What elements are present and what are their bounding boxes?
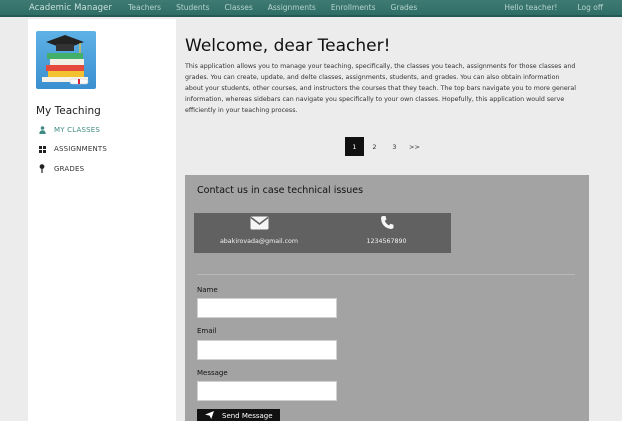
sidebar-item-label: ASSIGNMENTS [54, 145, 108, 153]
contact-email-text: abakirovada@gmail.com [219, 238, 299, 245]
contact-title: Contact us in case technical issues [197, 185, 364, 196]
page-2-button[interactable]: 2 [365, 137, 384, 156]
logout-link[interactable]: Log off [577, 3, 603, 12]
teacher-logo-image [36, 31, 96, 89]
sidebar-item-label: MY CLASSES [54, 126, 101, 134]
pagination: 1 2 3 >> [345, 137, 425, 156]
page-1-button[interactable]: 1 [345, 137, 364, 156]
user-icon [37, 126, 47, 134]
nav-classes[interactable]: Classes [225, 3, 253, 12]
sidebar-item-grades[interactable]: GRADES [37, 164, 84, 173]
send-message-button[interactable]: Send Message [197, 409, 280, 421]
sidebar-item-label: GRADES [54, 164, 85, 173]
intro-paragraph: This application allows you to manage yo… [185, 63, 576, 114]
email-input[interactable] [197, 340, 337, 360]
name-label: Name [197, 286, 218, 294]
nav-students[interactable]: Students [176, 3, 209, 12]
nav-enrollments[interactable]: Enrollments [331, 3, 376, 12]
contact-phone: 1234567890 [344, 215, 429, 245]
nav-teachers[interactable]: Teachers [128, 3, 161, 12]
contact-info-box: abakirovada@gmail.com 1234567890 [194, 213, 451, 253]
pin-icon [37, 164, 47, 173]
phone-icon [344, 215, 429, 234]
nav-assignments[interactable]: Assignments [268, 3, 316, 12]
top-navbar: Academic Manager Teachers Students Class… [0, 0, 622, 17]
page-3-button[interactable]: 3 [385, 137, 404, 156]
contact-panel: Contact us in case technical issues abak… [185, 175, 589, 421]
contact-email: abakirovada@gmail.com [214, 215, 304, 245]
nav-right-group: Hello teacher! Log off [484, 3, 622, 12]
sidebar-title: My Teaching [36, 105, 101, 117]
nav-grades[interactable]: Grades [391, 3, 418, 12]
sidebar: My Teaching MY CLASSES ASSIGNMENTS GRADE… [28, 19, 176, 421]
email-label: Email [197, 327, 217, 335]
sidebar-item-assignments[interactable]: ASSIGNMENTS [37, 145, 107, 153]
next-pages-button[interactable]: >> [405, 137, 424, 156]
grid-icon [37, 145, 47, 153]
brand-link[interactable]: Academic Manager [29, 3, 112, 13]
divider [197, 274, 575, 275]
page-title: Welcome, dear Teacher! [185, 36, 391, 56]
envelope-icon [214, 215, 304, 234]
message-label: Message [197, 369, 228, 377]
send-icon [205, 411, 214, 421]
name-input[interactable] [197, 298, 337, 318]
message-input[interactable] [197, 381, 337, 401]
contact-phone-text: 1234567890 [366, 238, 407, 245]
user-greeting-link[interactable]: Hello teacher! [504, 3, 557, 12]
send-message-label: Send Message [222, 412, 273, 420]
sidebar-item-my-classes[interactable]: MY CLASSES [37, 126, 100, 134]
